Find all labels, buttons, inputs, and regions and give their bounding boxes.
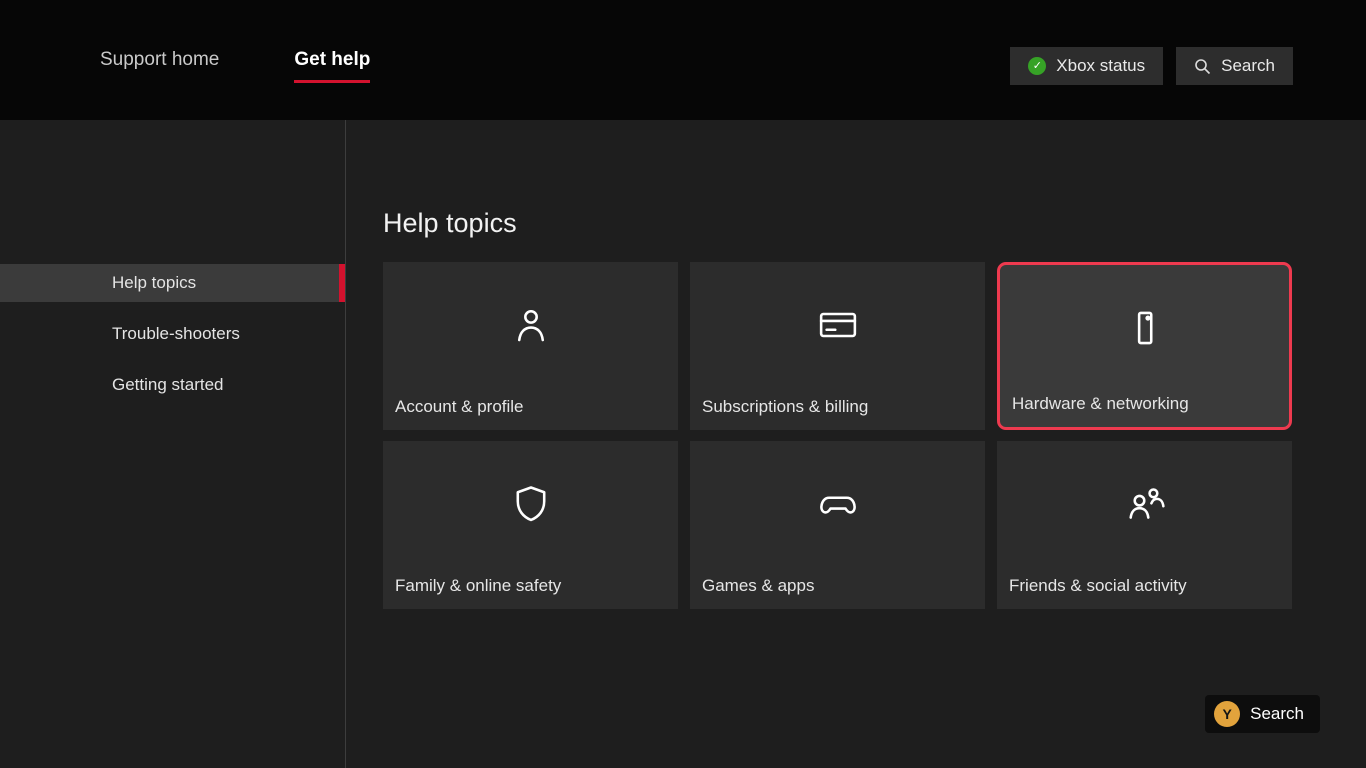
status-check-icon: ✓	[1028, 57, 1046, 75]
y-button-icon: Y	[1214, 701, 1240, 727]
card-subscriptions-billing[interactable]: Subscriptions & billing	[690, 262, 985, 430]
card-label: Subscriptions & billing	[702, 397, 868, 417]
help-topics-grid: Account & profile Subscriptions & billin…	[383, 262, 1292, 609]
sidebar-item-getting-started[interactable]: Getting started	[0, 366, 345, 404]
friends-icon	[1121, 480, 1169, 528]
shield-icon	[507, 480, 555, 528]
card-family-online-safety[interactable]: Family & online safety	[383, 441, 678, 609]
top-bar: Support home Get help ✓ Xbox status Sear…	[0, 0, 1366, 120]
card-label: Hardware & networking	[1012, 394, 1189, 414]
search-icon	[1194, 58, 1211, 75]
search-button[interactable]: Search	[1176, 47, 1293, 85]
sidebar: Help topics Trouble-shooters Getting sta…	[0, 120, 346, 768]
console-icon	[1121, 304, 1169, 352]
tab-get-help[interactable]: Get help	[294, 49, 370, 83]
tab-support-home[interactable]: Support home	[100, 49, 219, 83]
search-label: Search	[1221, 56, 1275, 76]
card-friends-social[interactable]: Friends & social activity	[997, 441, 1292, 609]
sidebar-item-label: Getting started	[112, 375, 224, 395]
xbox-status-label: Xbox status	[1056, 56, 1145, 76]
card-account-profile[interactable]: Account & profile	[383, 262, 678, 430]
card-label: Family & online safety	[395, 576, 561, 596]
topbar-actions: ✓ Xbox status Search	[1010, 47, 1293, 85]
card-label: Games & apps	[702, 576, 814, 596]
sidebar-item-help-topics[interactable]: Help topics	[0, 264, 345, 302]
sidebar-item-trouble-shooters[interactable]: Trouble-shooters	[0, 315, 345, 353]
xbox-status-button[interactable]: ✓ Xbox status	[1010, 47, 1163, 85]
gamepad-search-hint[interactable]: Y Search	[1205, 695, 1320, 733]
controller-icon	[814, 480, 862, 528]
card-label: Account & profile	[395, 397, 524, 417]
card-label: Friends & social activity	[1009, 576, 1187, 596]
credit-card-icon	[814, 301, 862, 349]
sidebar-item-label: Trouble-shooters	[112, 324, 240, 344]
footer-search-label: Search	[1250, 704, 1304, 724]
card-games-apps[interactable]: Games & apps	[690, 441, 985, 609]
person-icon	[507, 301, 555, 349]
sidebar-item-label: Help topics	[112, 273, 196, 293]
page-title: Help topics	[383, 208, 517, 239]
card-hardware-networking[interactable]: Hardware & networking	[997, 262, 1292, 430]
